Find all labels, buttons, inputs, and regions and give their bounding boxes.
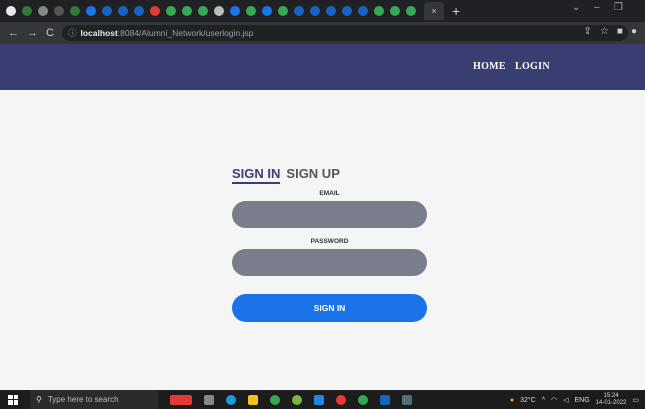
tab-favicon-icon[interactable] xyxy=(406,6,416,16)
tab-favicon-icon[interactable] xyxy=(246,6,256,16)
nav-login-link[interactable]: LOGIN xyxy=(515,61,550,72)
tab-favicon-icon[interactable] xyxy=(262,6,272,16)
windows-start-icon[interactable] xyxy=(8,394,18,405)
tab-favicon-icon[interactable] xyxy=(166,6,176,16)
email-label: EMAIL xyxy=(319,190,340,197)
site-navbar: HOME LOGIN xyxy=(0,44,645,90)
tab-favicon-icon[interactable] xyxy=(230,6,240,16)
tab-favicon-icon[interactable] xyxy=(342,6,352,16)
tray-chevron-icon[interactable]: ^ xyxy=(542,397,545,404)
tab-favicon-icon[interactable] xyxy=(150,6,160,16)
chrome-icon[interactable] xyxy=(270,394,280,405)
url-path: :8084/Alumni_Network/userlogin.jsp xyxy=(117,28,254,38)
tab-favicon-icon[interactable] xyxy=(326,6,336,16)
auth-tabs: SIGN IN SIGN UP xyxy=(232,166,340,184)
tab-favicon-icon[interactable] xyxy=(70,6,80,16)
maximize-icon[interactable]: ❐ xyxy=(614,2,623,13)
tab-favicon-icon[interactable] xyxy=(22,6,32,16)
new-tab-icon[interactable]: + xyxy=(452,3,460,19)
tab-sign-up[interactable]: SIGN UP xyxy=(286,166,339,181)
nav-home-link[interactable]: HOME xyxy=(473,61,506,72)
tab-favicon-icon[interactable] xyxy=(214,6,224,16)
tab-favicon-icon[interactable] xyxy=(390,6,400,16)
address-bar: ← → C ⓘ localhost:8084/Alumni_Network/us… xyxy=(0,22,645,44)
tab-sign-in[interactable]: SIGN IN xyxy=(232,166,281,184)
chevron-down-icon[interactable]: ⌄ xyxy=(572,2,580,13)
app-icon[interactable] xyxy=(292,394,302,405)
date: 14-01-2022 xyxy=(595,400,627,406)
password-label: PASSWORD xyxy=(310,238,349,245)
task-view-icon[interactable] xyxy=(204,394,214,405)
taskbar-search[interactable]: ⚲ Type here to search xyxy=(30,390,158,409)
app-pinned-icon[interactable] xyxy=(402,394,412,405)
forward-icon[interactable]: → xyxy=(27,27,38,39)
email-field[interactable] xyxy=(232,201,427,228)
tab-favicon-icon[interactable] xyxy=(182,6,192,16)
volume-icon[interactable]: ◁ xyxy=(563,396,568,404)
profile-icon[interactable]: ● xyxy=(631,26,637,37)
tab-favicon-icon[interactable] xyxy=(54,6,64,16)
tab-favicon-icon[interactable] xyxy=(38,6,48,16)
url-host: localhost xyxy=(80,28,118,38)
notification-icon[interactable]: ▭ xyxy=(632,396,639,404)
file-explorer-icon[interactable] xyxy=(248,394,258,405)
minimize-icon[interactable]: – xyxy=(594,2,600,13)
sign-in-button[interactable]: SIGN IN xyxy=(232,294,427,322)
temperature[interactable]: 32°C xyxy=(520,397,536,404)
tab-favicon-icon[interactable] xyxy=(198,6,208,16)
tab-favicon-icon[interactable] xyxy=(86,6,96,16)
language[interactable]: ENG xyxy=(575,397,590,404)
search-icon: ⚲ xyxy=(36,395,42,404)
edge-icon[interactable] xyxy=(226,394,236,405)
tab-favicon-icon[interactable] xyxy=(278,6,288,16)
browser-tab-strip: × + xyxy=(0,0,645,22)
info-icon: ⓘ xyxy=(67,28,77,38)
reload-icon[interactable]: C xyxy=(46,27,54,39)
password-field[interactable] xyxy=(232,249,427,276)
tab-favicon-icon[interactable] xyxy=(118,6,128,16)
search-highlight-icon[interactable] xyxy=(170,394,192,405)
bookmark-star-icon[interactable]: ☆ xyxy=(600,26,609,37)
tab-favicon-icon[interactable] xyxy=(358,6,368,16)
network-icon[interactable]: ◠ xyxy=(551,396,557,404)
tab-favicon-icon[interactable] xyxy=(6,6,16,16)
share-icon[interactable]: ⇪ xyxy=(584,26,592,37)
time: 15:24 xyxy=(603,393,619,399)
chrome-profile-icon[interactable] xyxy=(336,394,346,405)
tab-favicon-icon[interactable] xyxy=(310,6,320,16)
active-tab[interactable]: × xyxy=(424,2,444,20)
tab-favicon-icon[interactable] xyxy=(374,6,384,16)
sidebar-icon[interactable]: ■ xyxy=(617,26,623,37)
close-tab-icon[interactable]: × xyxy=(431,6,436,16)
tab-favicon-icon[interactable] xyxy=(102,6,112,16)
chrome-alt-icon[interactable] xyxy=(358,394,368,405)
clock[interactable]: 15:24 14-01-2022 xyxy=(596,393,627,407)
search-placeholder: Type here to search xyxy=(47,395,119,404)
toolbar-icons: ⇪ ☆ ■ ● xyxy=(584,26,637,37)
tab-favicon-icon[interactable] xyxy=(294,6,304,16)
url-input[interactable]: ⓘ localhost:8084/Alumni_Network/userlogi… xyxy=(61,25,628,41)
tab-favicon-icon[interactable] xyxy=(134,6,144,16)
word-icon[interactable] xyxy=(380,394,390,405)
vscode-icon[interactable] xyxy=(314,394,324,405)
system-tray: ● 32°C ^ ◠ ◁ ENG 15:24 14-01-2022 ▭ xyxy=(510,393,639,407)
weather-icon[interactable]: ● xyxy=(510,397,514,404)
back-icon[interactable]: ← xyxy=(8,27,19,39)
